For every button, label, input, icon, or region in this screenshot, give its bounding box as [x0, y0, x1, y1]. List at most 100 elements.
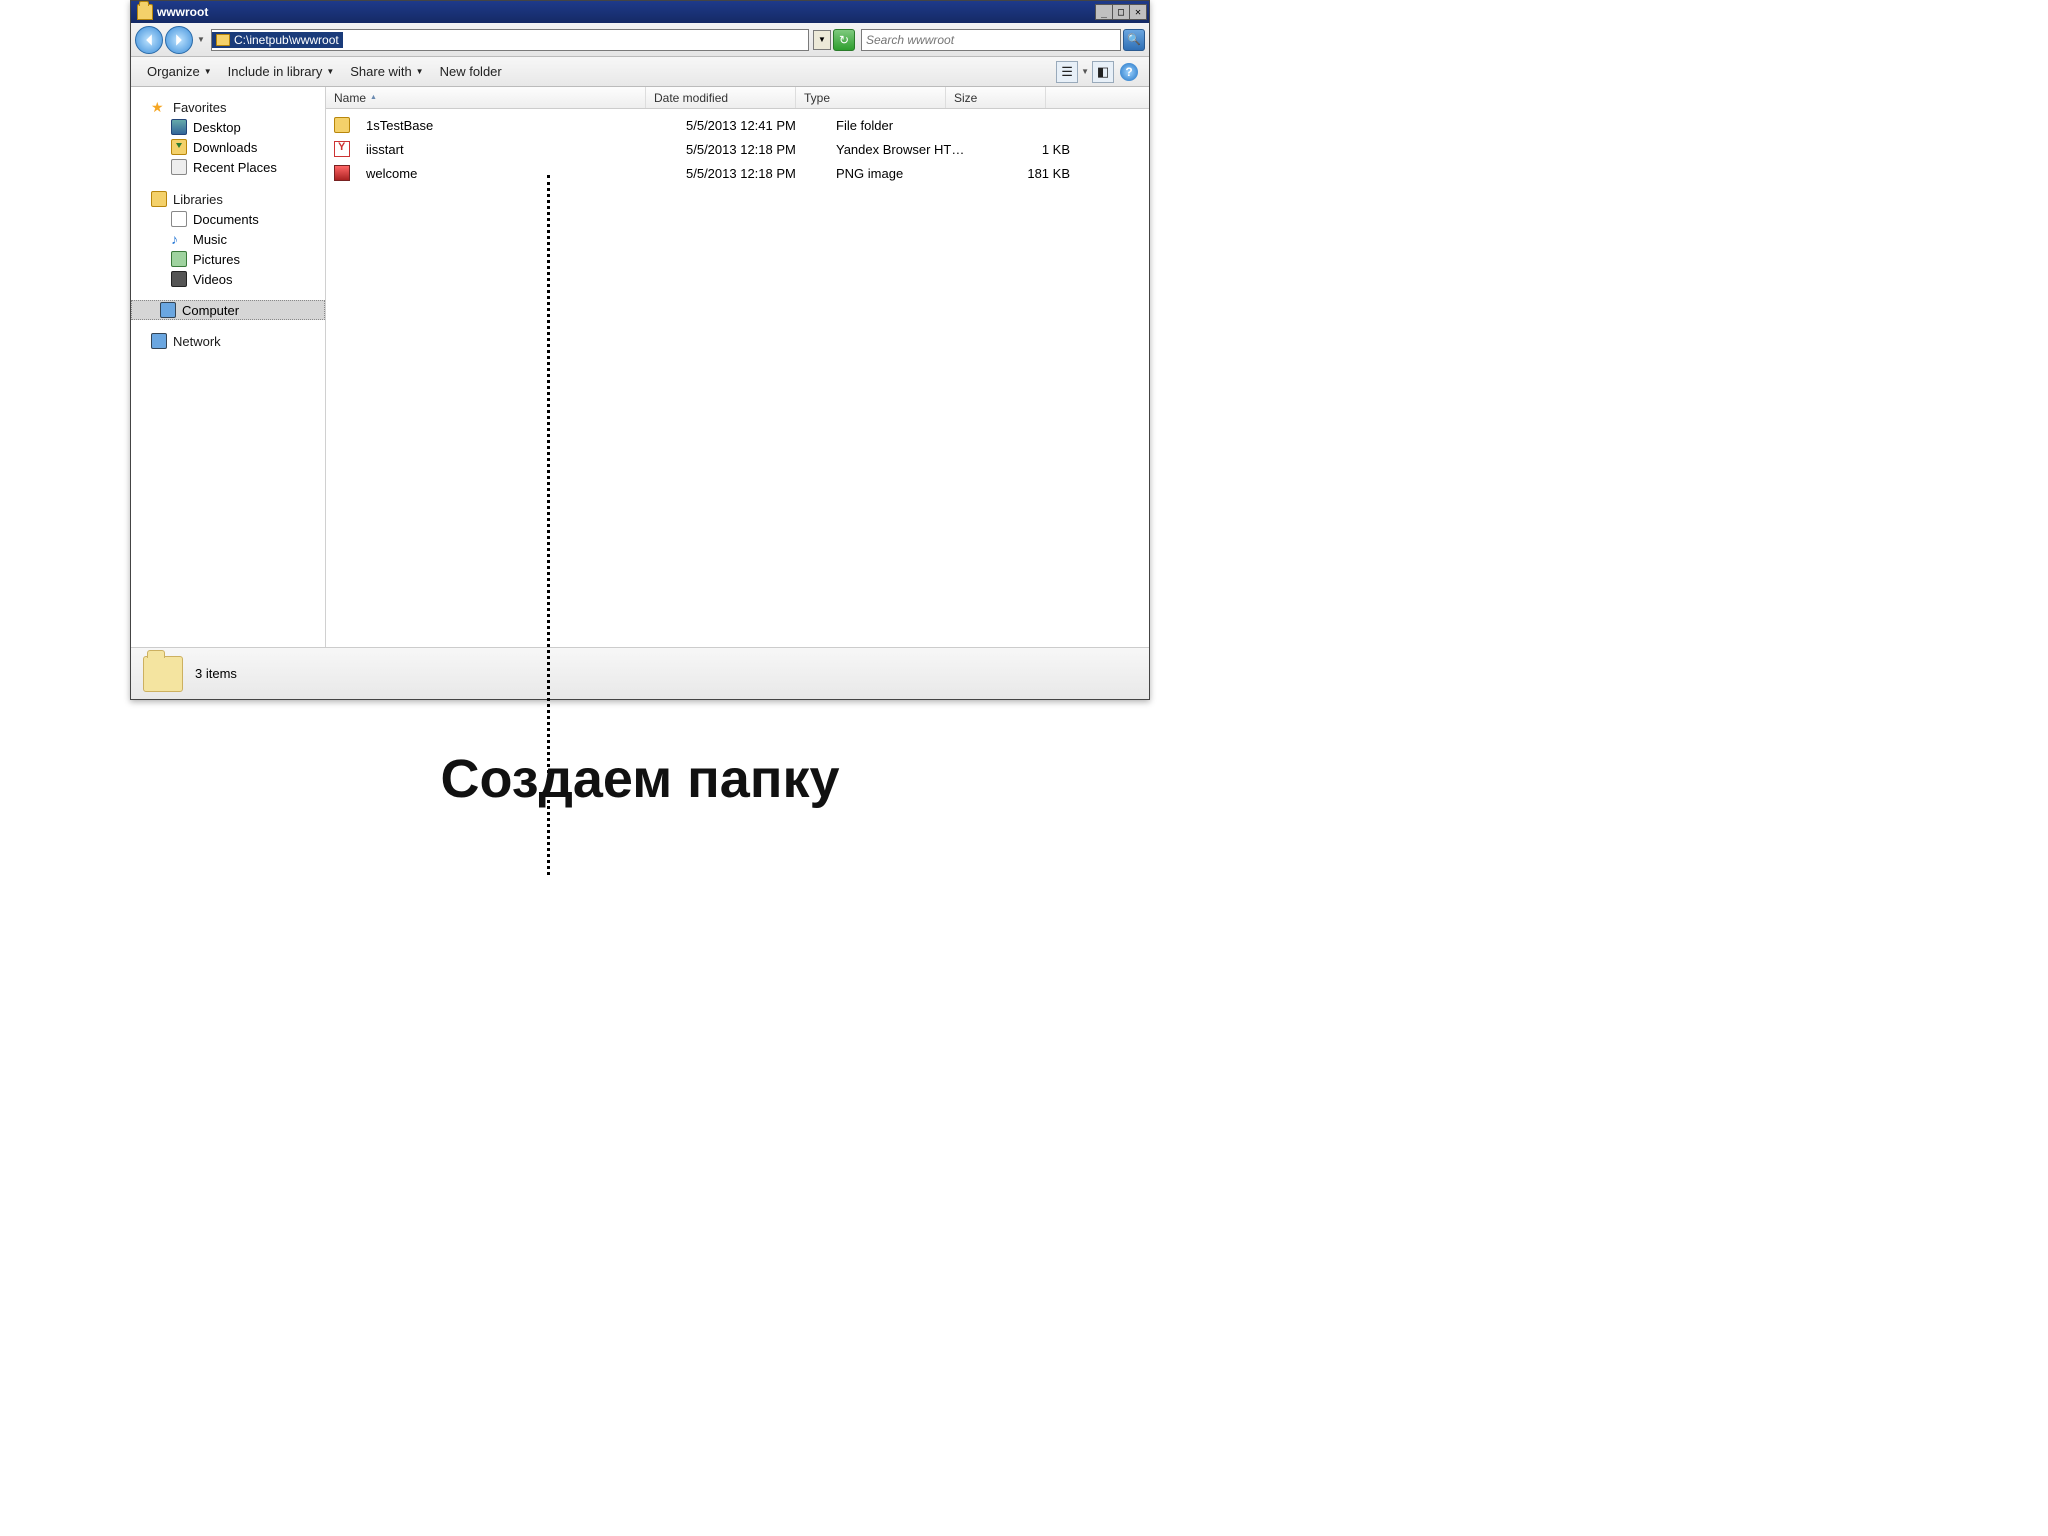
file-date: 5/5/2013 12:41 PM [678, 115, 828, 136]
col-date-label: Date modified [654, 91, 728, 105]
chevron-down-icon: ▼ [326, 67, 334, 76]
file-rows: 1sTestBase 5/5/2013 12:41 PM File folder… [326, 109, 1149, 647]
folder-icon [137, 4, 153, 20]
folder-icon [143, 656, 183, 692]
recent-icon [171, 159, 187, 175]
address-text: C:\inetpub\wwwroot [234, 33, 339, 47]
refresh-button[interactable]: ↻ [833, 29, 855, 51]
file-size: 181 KB [978, 163, 1078, 184]
column-headers: Name Date modified Type Size [326, 87, 1149, 109]
help-button[interactable]: ? [1120, 63, 1138, 81]
col-size-label: Size [954, 91, 977, 105]
libraries-label: Libraries [173, 192, 223, 207]
sidebar-item-desktop[interactable]: Desktop [131, 117, 325, 137]
desktop-label: Desktop [193, 120, 241, 135]
documents-label: Documents [193, 212, 259, 227]
videos-label: Videos [193, 272, 233, 287]
preview-pane-button[interactable]: ◧ [1092, 61, 1114, 83]
search-box[interactable] [861, 29, 1121, 51]
explorer-window: wwwroot _ □ ✕ ▼ C:\inetpub\wwwroot ▼ ↻ [130, 0, 1150, 700]
sidebar-item-computer[interactable]: Computer [131, 300, 325, 320]
toolbar: Organize▼ Include in library▼ Share with… [131, 57, 1149, 87]
file-type: PNG image [828, 163, 978, 184]
sidebar-item-network[interactable]: Network [131, 331, 325, 351]
search-button[interactable]: 🔍 [1123, 29, 1145, 51]
chevron-down-icon: ▼ [416, 67, 424, 76]
folder-icon [334, 117, 350, 133]
sidebar: ★ Favorites Desktop Downloads Recent Plac… [131, 87, 326, 647]
sidebar-item-downloads[interactable]: Downloads [131, 137, 325, 157]
sidebar-favorites[interactable]: ★ Favorites [131, 97, 325, 117]
documents-icon [171, 211, 187, 227]
file-type: File folder [828, 115, 978, 136]
file-size: 1 KB [978, 139, 1078, 160]
desktop-icon [171, 119, 187, 135]
new-folder-button[interactable]: New folder [432, 60, 510, 83]
libraries-icon [151, 191, 167, 207]
sidebar-item-recent[interactable]: Recent Places [131, 157, 325, 177]
recent-label: Recent Places [193, 160, 277, 175]
sidebar-item-pictures[interactable]: Pictures [131, 249, 325, 269]
sidebar-item-videos[interactable]: Videos [131, 269, 325, 289]
address-bar[interactable]: C:\inetpub\wwwroot [211, 29, 809, 51]
view-dropdown[interactable]: ▼ [1081, 67, 1089, 76]
favorites-label: Favorites [173, 100, 226, 115]
maximize-button[interactable]: □ [1112, 4, 1130, 20]
file-size [978, 122, 1078, 128]
back-button[interactable] [135, 26, 163, 54]
include-label: Include in library [228, 64, 323, 79]
file-name: welcome [358, 163, 678, 184]
network-label: Network [173, 334, 221, 349]
titlebar[interactable]: wwwroot _ □ ✕ [131, 1, 1149, 23]
window-title: wwwroot [157, 5, 1095, 19]
folder-icon [216, 34, 230, 46]
sidebar-item-documents[interactable]: Documents [131, 209, 325, 229]
view-options-button[interactable]: ☰ [1056, 61, 1078, 83]
close-button[interactable]: ✕ [1129, 4, 1147, 20]
file-list-area: Name Date modified Type Size 1sTestBase … [326, 87, 1149, 647]
sidebar-item-music[interactable]: ♪ Music [131, 229, 325, 249]
organize-menu[interactable]: Organize▼ [139, 60, 220, 83]
file-name: 1sTestBase [358, 115, 678, 136]
pictures-label: Pictures [193, 252, 240, 267]
star-icon: ★ [151, 99, 167, 115]
nav-history-dropdown[interactable]: ▼ [195, 35, 207, 44]
file-date: 5/5/2013 12:18 PM [678, 163, 828, 184]
forward-button[interactable] [165, 26, 193, 54]
stage: wwwroot _ □ ✕ ▼ C:\inetpub\wwwroot ▼ ↻ [130, 0, 1150, 810]
sidebar-libraries[interactable]: Libraries [131, 189, 325, 209]
file-row[interactable]: 1sTestBase 5/5/2013 12:41 PM File folder [326, 113, 1149, 137]
search-input[interactable] [862, 33, 1120, 47]
address-dropdown[interactable]: ▼ [813, 30, 831, 50]
body: ★ Favorites Desktop Downloads Recent Plac… [131, 87, 1149, 647]
column-size[interactable]: Size [946, 87, 1046, 108]
slide-caption: Создаем папку [130, 748, 1150, 810]
network-icon [151, 333, 167, 349]
column-type[interactable]: Type [796, 87, 946, 108]
column-date[interactable]: Date modified [646, 87, 796, 108]
minimize-button[interactable]: _ [1095, 4, 1113, 20]
share-label: Share with [350, 64, 411, 79]
downloads-label: Downloads [193, 140, 257, 155]
column-name[interactable]: Name [326, 87, 646, 108]
include-library-menu[interactable]: Include in library▼ [220, 60, 343, 83]
status-bar: 3 items [131, 647, 1149, 699]
videos-icon [171, 271, 187, 287]
col-name-label: Name [334, 91, 366, 105]
newfolder-label: New folder [440, 64, 502, 79]
address-path: C:\inetpub\wwwroot [212, 32, 343, 48]
music-label: Music [193, 232, 227, 247]
pictures-icon [171, 251, 187, 267]
computer-label: Computer [182, 303, 239, 318]
file-date: 5/5/2013 12:18 PM [678, 139, 828, 160]
computer-icon [160, 302, 176, 318]
music-icon: ♪ [171, 231, 187, 247]
file-row[interactable]: iisstart 5/5/2013 12:18 PM Yandex Browse… [326, 137, 1149, 161]
file-row[interactable]: welcome 5/5/2013 12:18 PM PNG image 181 … [326, 161, 1149, 185]
share-with-menu[interactable]: Share with ▼ [342, 60, 431, 83]
col-type-label: Type [804, 91, 830, 105]
nav-row: ▼ C:\inetpub\wwwroot ▼ ↻ 🔍 [131, 23, 1149, 57]
file-type: Yandex Browser HT… [828, 139, 978, 160]
chevron-down-icon: ▼ [204, 67, 212, 76]
window-controls: _ □ ✕ [1095, 4, 1147, 20]
